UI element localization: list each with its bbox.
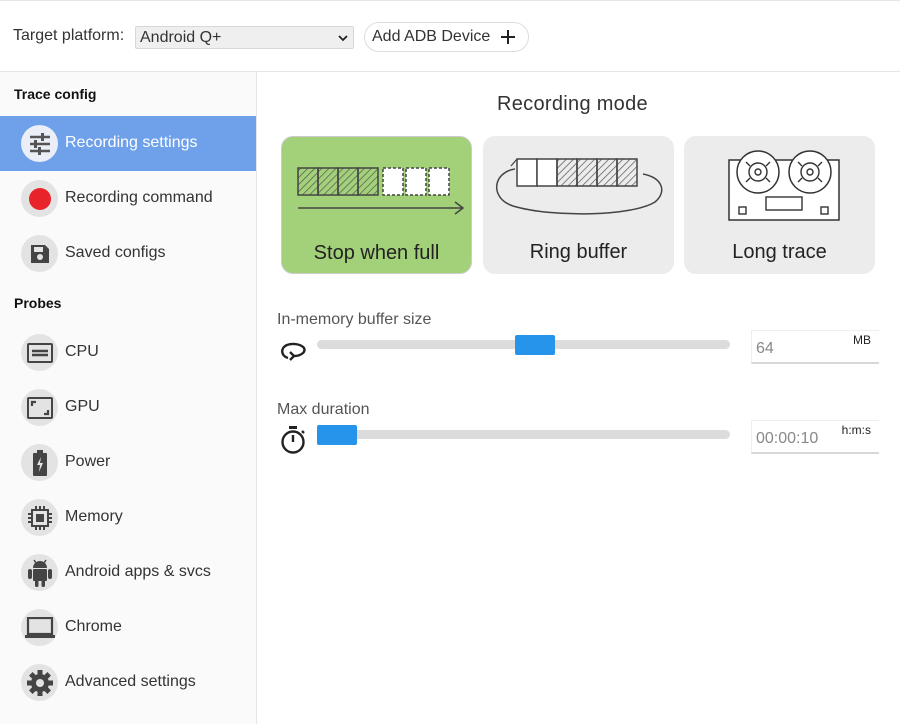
sidebar-item-recording-settings[interactable]: Recording settings bbox=[0, 116, 256, 171]
sidebar-item-cpu[interactable]: CPU bbox=[0, 325, 256, 380]
mode-long-trace-card[interactable]: Long trace bbox=[684, 136, 875, 274]
ring-buffer-illustration bbox=[495, 158, 663, 215]
add-adb-device-button[interactable]: Add ADB Device bbox=[364, 22, 529, 52]
gear-icon bbox=[21, 664, 58, 701]
mode-stop-when-full-card[interactable]: Stop when full bbox=[281, 136, 472, 274]
sidebar-item-label: GPU bbox=[65, 398, 100, 415]
target-platform-label: Target platform: bbox=[13, 27, 125, 44]
sidebar-item-memory[interactable]: Memory bbox=[0, 490, 256, 545]
sidebar-item-label: CPU bbox=[65, 343, 99, 360]
buffer-size-unit: MB bbox=[853, 333, 871, 347]
sidebar-item-label: Recording command bbox=[65, 189, 213, 206]
sidebar-item-label: Saved configs bbox=[65, 244, 166, 261]
sidebar-item-label: Advanced settings bbox=[65, 673, 196, 690]
target-platform-value: Android Q+ bbox=[140, 29, 222, 46]
recording-mode-title: Recording mode bbox=[497, 93, 648, 115]
max-duration-unit: h:m:s bbox=[841, 423, 871, 437]
sidebar-item-saved-configs[interactable]: Saved configs bbox=[0, 226, 256, 281]
plus-icon bbox=[500, 23, 516, 58]
gpu-icon bbox=[21, 389, 58, 426]
buffer-size-input[interactable]: 64 MB bbox=[751, 330, 879, 364]
battery-icon bbox=[21, 444, 58, 481]
android-icon bbox=[21, 554, 58, 591]
stopwatch-icon bbox=[279, 425, 307, 460]
max-duration-label: Max duration bbox=[277, 401, 370, 418]
sidebar-item-recording-command[interactable]: Recording command bbox=[0, 171, 256, 226]
sidebar-item-label: Recording settings bbox=[65, 134, 198, 151]
max-duration-value: 00:00:10 bbox=[756, 430, 819, 447]
save-icon bbox=[21, 235, 58, 272]
add-adb-device-label: Add ADB Device bbox=[372, 28, 491, 45]
max-duration-slider-thumb[interactable] bbox=[317, 425, 357, 445]
memory-chip-icon bbox=[21, 499, 58, 536]
laptop-icon bbox=[21, 609, 58, 646]
sidebar-item-label: Chrome bbox=[65, 618, 122, 635]
sidebar-item-advanced-settings[interactable]: Advanced settings bbox=[0, 655, 256, 710]
sliders-icon bbox=[21, 125, 58, 162]
cpu-icon bbox=[21, 334, 58, 371]
mode-label: Stop when full bbox=[313, 242, 440, 264]
sidebar-item-label: Android apps & svcs bbox=[65, 563, 211, 580]
sidebar-item-gpu[interactable]: GPU bbox=[0, 380, 256, 435]
toolbar: Target platform: Android Q+ Add ADB Devi… bbox=[0, 0, 900, 72]
buffer-size-label: In-memory buffer size bbox=[277, 311, 432, 328]
max-duration-input[interactable]: 00:00:10 h:m:s bbox=[751, 420, 879, 454]
sidebar-item-android[interactable]: Android apps & svcs bbox=[0, 545, 256, 600]
sidebar: Trace config Recording settings Recordin… bbox=[0, 72, 257, 724]
chevron-down-icon bbox=[337, 29, 349, 54]
mode-label: Long trace bbox=[732, 241, 827, 263]
mode-ring-buffer-card[interactable]: Ring buffer bbox=[483, 136, 674, 274]
record-icon bbox=[21, 180, 58, 217]
probes-title: Probes bbox=[14, 295, 62, 311]
sidebar-item-power[interactable]: Power bbox=[0, 435, 256, 490]
sidebar-item-label: Power bbox=[65, 453, 111, 470]
trace-config-title: Trace config bbox=[14, 86, 97, 102]
buffer-size-slider[interactable] bbox=[317, 335, 730, 355]
sidebar-item-chrome[interactable]: Chrome bbox=[0, 600, 256, 655]
sidebar-item-label: Memory bbox=[65, 508, 123, 525]
mode-label: Ring buffer bbox=[529, 241, 628, 263]
tape-recorder-illustration bbox=[728, 150, 840, 221]
target-platform-select[interactable]: Android Q+ bbox=[135, 26, 354, 49]
max-duration-slider[interactable] bbox=[317, 425, 730, 445]
buffer-size-slider-thumb[interactable] bbox=[515, 335, 555, 355]
loop-icon bbox=[279, 340, 307, 367]
stop-when-full-illustration bbox=[297, 167, 465, 215]
buffer-size-value: 64 bbox=[756, 340, 774, 357]
